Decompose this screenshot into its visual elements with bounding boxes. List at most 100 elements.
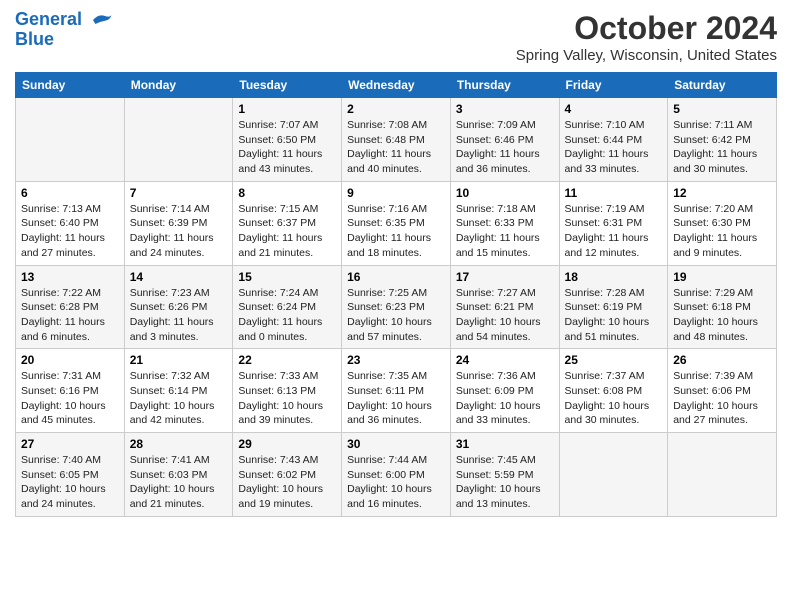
day-info: Sunrise: 7:15 AM Sunset: 6:37 PM Dayligh… [238,202,336,261]
day-number: 12 [673,186,771,200]
title-block: October 2024 Spring Valley, Wisconsin, U… [516,10,777,64]
day-number: 8 [238,186,336,200]
day-number: 6 [21,186,119,200]
day-number: 4 [565,102,663,116]
day-info: Sunrise: 7:08 AM Sunset: 6:48 PM Dayligh… [347,118,445,177]
day-info: Sunrise: 7:44 AM Sunset: 6:00 PM Dayligh… [347,453,445,512]
day-info: Sunrise: 7:31 AM Sunset: 6:16 PM Dayligh… [21,369,119,428]
day-number: 15 [238,270,336,284]
day-info: Sunrise: 7:28 AM Sunset: 6:19 PM Dayligh… [565,286,663,345]
day-number: 22 [238,353,336,367]
day-info: Sunrise: 7:32 AM Sunset: 6:14 PM Dayligh… [130,369,228,428]
weekday-header-cell: Monday [124,73,233,98]
location: Spring Valley, Wisconsin, United States [516,47,777,64]
logo: General Blue [15,10,113,50]
day-number: 31 [456,437,554,451]
day-info: Sunrise: 7:09 AM Sunset: 6:46 PM Dayligh… [456,118,554,177]
calendar-day-cell: 21Sunrise: 7:32 AM Sunset: 6:14 PM Dayli… [124,349,233,433]
calendar-day-cell [124,98,233,182]
calendar-day-cell: 11 Sunrise: 7:19 AM Sunset: 6:31 PM Dayli… [559,181,668,265]
calendar-day-cell: 10 Sunrise: 7:18 AM Sunset: 6:33 PM Dayli… [450,181,559,265]
day-number: 7 [130,186,228,200]
day-number: 11 [565,186,663,200]
logo-blue: Blue [15,29,54,49]
calendar-day-cell: 18 Sunrise: 7:28 AM Sunset: 6:19 PM Dayli… [559,265,668,349]
day-info: Sunrise: 7:37 AM Sunset: 6:08 PM Dayligh… [565,369,663,428]
day-number: 17 [456,270,554,284]
day-info: Sunrise: 7:11 AM Sunset: 6:42 PM Dayligh… [673,118,771,177]
day-info: Sunrise: 7:19 AM Sunset: 6:31 PM Dayligh… [565,202,663,261]
day-info: Sunrise: 7:43 AM Sunset: 6:02 PM Dayligh… [238,453,336,512]
calendar-week-row: 6Sunrise: 7:13 AM Sunset: 6:40 PM Daylig… [16,181,777,265]
calendar-day-cell: 15 Sunrise: 7:24 AM Sunset: 6:24 PM Dayli… [233,265,342,349]
weekday-header-cell: Thursday [450,73,559,98]
calendar-day-cell: 24Sunrise: 7:36 AM Sunset: 6:09 PM Dayli… [450,349,559,433]
calendar-day-cell: 12Sunrise: 7:20 AM Sunset: 6:30 PM Dayli… [668,181,777,265]
weekday-header-cell: Tuesday [233,73,342,98]
day-number: 23 [347,353,445,367]
day-info: Sunrise: 7:16 AM Sunset: 6:35 PM Dayligh… [347,202,445,261]
day-info: Sunrise: 7:27 AM Sunset: 6:21 PM Dayligh… [456,286,554,345]
weekday-header-cell: Friday [559,73,668,98]
day-number: 20 [21,353,119,367]
day-info: Sunrise: 7:07 AM Sunset: 6:50 PM Dayligh… [238,118,336,177]
day-info: Sunrise: 7:35 AM Sunset: 6:11 PM Dayligh… [347,369,445,428]
calendar-day-cell [559,433,668,517]
day-number: 16 [347,270,445,284]
day-info: Sunrise: 7:39 AM Sunset: 6:06 PM Dayligh… [673,369,771,428]
calendar-body: 1 Sunrise: 7:07 AM Sunset: 6:50 PM Daylig… [16,98,777,517]
day-number: 29 [238,437,336,451]
day-number: 10 [456,186,554,200]
calendar-day-cell: 23 Sunrise: 7:35 AM Sunset: 6:11 PM Dayli… [342,349,451,433]
calendar-week-row: 13 Sunrise: 7:22 AM Sunset: 6:28 PM Dayli… [16,265,777,349]
day-info: Sunrise: 7:24 AM Sunset: 6:24 PM Dayligh… [238,286,336,345]
day-info: Sunrise: 7:40 AM Sunset: 6:05 PM Dayligh… [21,453,119,512]
day-number: 1 [238,102,336,116]
day-number: 2 [347,102,445,116]
calendar-week-row: 27 Sunrise: 7:40 AM Sunset: 6:05 PM Dayli… [16,433,777,517]
day-number: 14 [130,270,228,284]
day-info: Sunrise: 7:10 AM Sunset: 6:44 PM Dayligh… [565,118,663,177]
calendar-day-cell: 14Sunrise: 7:23 AM Sunset: 6:26 PM Dayli… [124,265,233,349]
calendar-table: SundayMondayTuesdayWednesdayThursdayFrid… [15,72,777,517]
weekday-header-cell: Saturday [668,73,777,98]
calendar-day-cell: 20 Sunrise: 7:31 AM Sunset: 6:16 PM Dayli… [16,349,125,433]
weekday-header-cell: Wednesday [342,73,451,98]
day-info: Sunrise: 7:33 AM Sunset: 6:13 PM Dayligh… [238,369,336,428]
calendar-day-cell: 28Sunrise: 7:41 AM Sunset: 6:03 PM Dayli… [124,433,233,517]
calendar-day-cell: 7 Sunrise: 7:14 AM Sunset: 6:39 PM Daylig… [124,181,233,265]
day-info: Sunrise: 7:29 AM Sunset: 6:18 PM Dayligh… [673,286,771,345]
day-number: 30 [347,437,445,451]
calendar-day-cell: 9Sunrise: 7:16 AM Sunset: 6:35 PM Daylig… [342,181,451,265]
day-info: Sunrise: 7:18 AM Sunset: 6:33 PM Dayligh… [456,202,554,261]
day-number: 19 [673,270,771,284]
day-info: Sunrise: 7:36 AM Sunset: 6:09 PM Dayligh… [456,369,554,428]
day-number: 18 [565,270,663,284]
page-header: General Blue October 2024 Spring Valley,… [15,10,777,64]
calendar-day-cell [16,98,125,182]
day-number: 5 [673,102,771,116]
day-number: 27 [21,437,119,451]
calendar-day-cell: 3 Sunrise: 7:09 AM Sunset: 6:46 PM Daylig… [450,98,559,182]
calendar-day-cell: 25 Sunrise: 7:37 AM Sunset: 6:08 PM Dayli… [559,349,668,433]
calendar-day-cell: 16 Sunrise: 7:25 AM Sunset: 6:23 PM Dayli… [342,265,451,349]
calendar-day-cell: 6Sunrise: 7:13 AM Sunset: 6:40 PM Daylig… [16,181,125,265]
calendar-day-cell: 29 Sunrise: 7:43 AM Sunset: 6:02 PM Dayli… [233,433,342,517]
day-info: Sunrise: 7:14 AM Sunset: 6:39 PM Dayligh… [130,202,228,261]
day-info: Sunrise: 7:25 AM Sunset: 6:23 PM Dayligh… [347,286,445,345]
day-info: Sunrise: 7:41 AM Sunset: 6:03 PM Dayligh… [130,453,228,512]
day-number: 13 [21,270,119,284]
weekday-header-row: SundayMondayTuesdayWednesdayThursdayFrid… [16,73,777,98]
calendar-day-cell: 26Sunrise: 7:39 AM Sunset: 6:06 PM Dayli… [668,349,777,433]
day-number: 3 [456,102,554,116]
calendar-week-row: 1 Sunrise: 7:07 AM Sunset: 6:50 PM Daylig… [16,98,777,182]
calendar-day-cell: 2 Sunrise: 7:08 AM Sunset: 6:48 PM Daylig… [342,98,451,182]
weekday-header-cell: Sunday [16,73,125,98]
calendar-day-cell: 1 Sunrise: 7:07 AM Sunset: 6:50 PM Daylig… [233,98,342,182]
day-number: 25 [565,353,663,367]
day-info: Sunrise: 7:22 AM Sunset: 6:28 PM Dayligh… [21,286,119,345]
calendar-day-cell: 19 Sunrise: 7:29 AM Sunset: 6:18 PM Dayli… [668,265,777,349]
calendar-day-cell: 17 Sunrise: 7:27 AM Sunset: 6:21 PM Dayli… [450,265,559,349]
calendar-week-row: 20 Sunrise: 7:31 AM Sunset: 6:16 PM Dayli… [16,349,777,433]
calendar-day-cell: 30 Sunrise: 7:44 AM Sunset: 6:00 PM Dayli… [342,433,451,517]
